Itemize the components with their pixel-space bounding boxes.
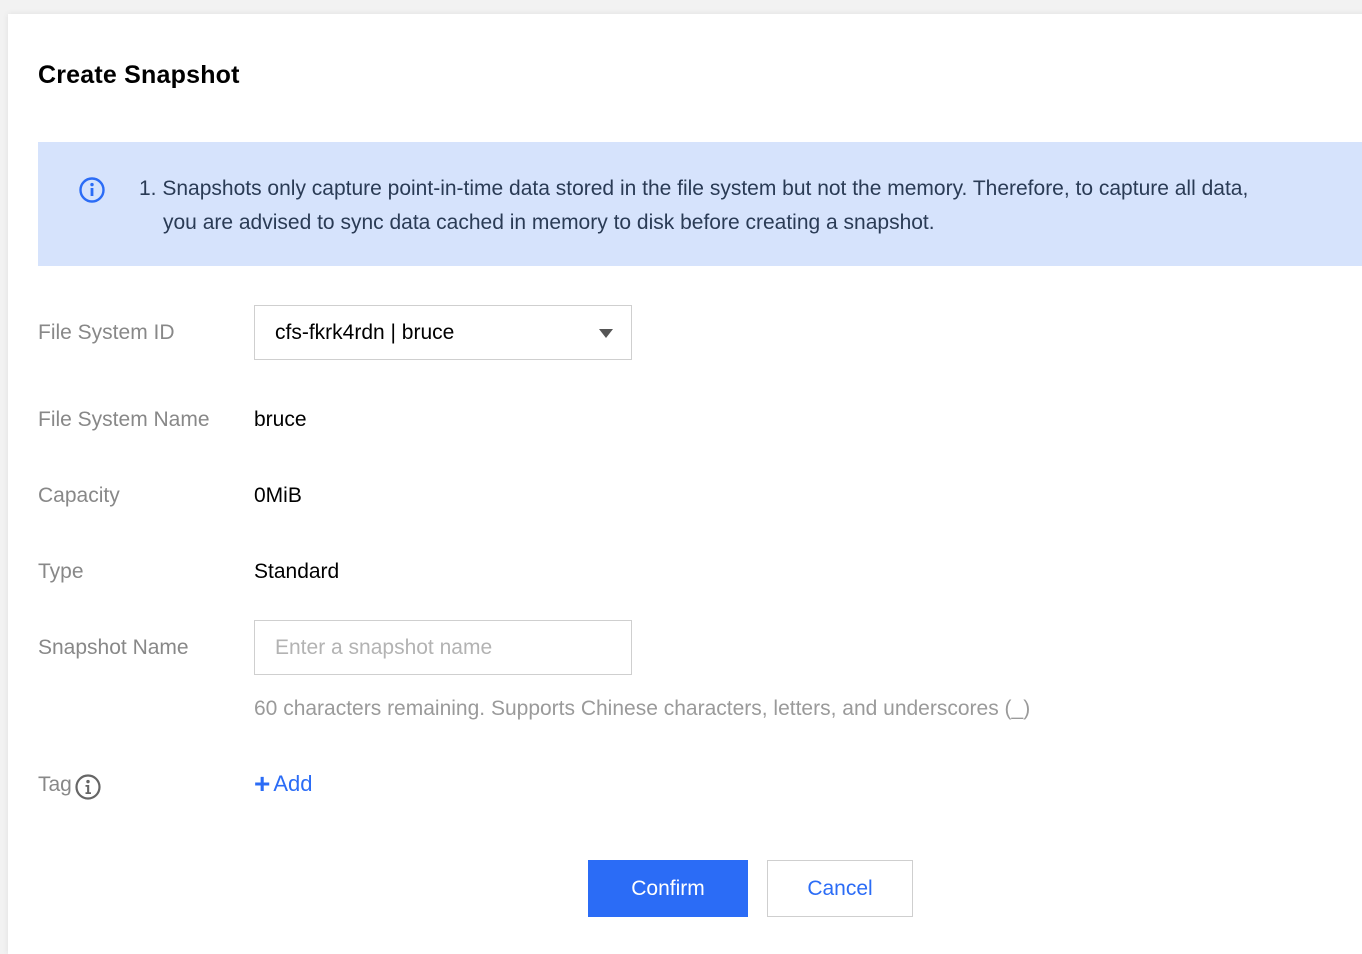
dialog-title: Create Snapshot (38, 61, 240, 89)
file-system-name-label: File System Name (38, 408, 210, 431)
file-system-id-selected-value: cfs-fkrk4rdn | bruce (275, 321, 455, 344)
info-notice: 1. Snapshots only capture point-in-time … (38, 142, 1362, 266)
snapshot-name-label: Snapshot Name (38, 636, 189, 659)
file-system-id-select[interactable]: cfs-fkrk4rdn | bruce (254, 305, 632, 360)
info-icon[interactable] (75, 774, 101, 800)
type-label: Type (38, 560, 84, 583)
add-tag-link[interactable]: + Add (254, 768, 313, 799)
type-value: Standard (254, 560, 340, 583)
file-system-name-value: bruce (254, 408, 307, 431)
add-tag-label: Add (273, 771, 313, 796)
info-icon (79, 177, 105, 203)
notice-text: 1. Snapshots only capture point-in-time … (139, 172, 1362, 240)
cancel-button[interactable]: Cancel (767, 860, 913, 917)
caret-down-icon (599, 329, 613, 338)
file-system-id-label: File System ID (38, 321, 175, 344)
snapshot-name-hint: 60 characters remaining. Supports Chines… (254, 697, 1031, 720)
confirm-button[interactable]: Confirm (588, 860, 748, 917)
capacity-value: 0MiB (254, 484, 302, 507)
capacity-label: Capacity (38, 484, 120, 507)
tag-label: Tag (38, 773, 72, 796)
notice-line-1: 1. Snapshots only capture point-in-time … (139, 177, 1249, 200)
create-snapshot-dialog: Create Snapshot 1. Snapshots only captur… (8, 14, 1362, 954)
notice-line-2: you are advised to sync data cached in m… (163, 211, 935, 234)
plus-icon: + (254, 768, 271, 799)
snapshot-name-input[interactable] (254, 620, 632, 675)
